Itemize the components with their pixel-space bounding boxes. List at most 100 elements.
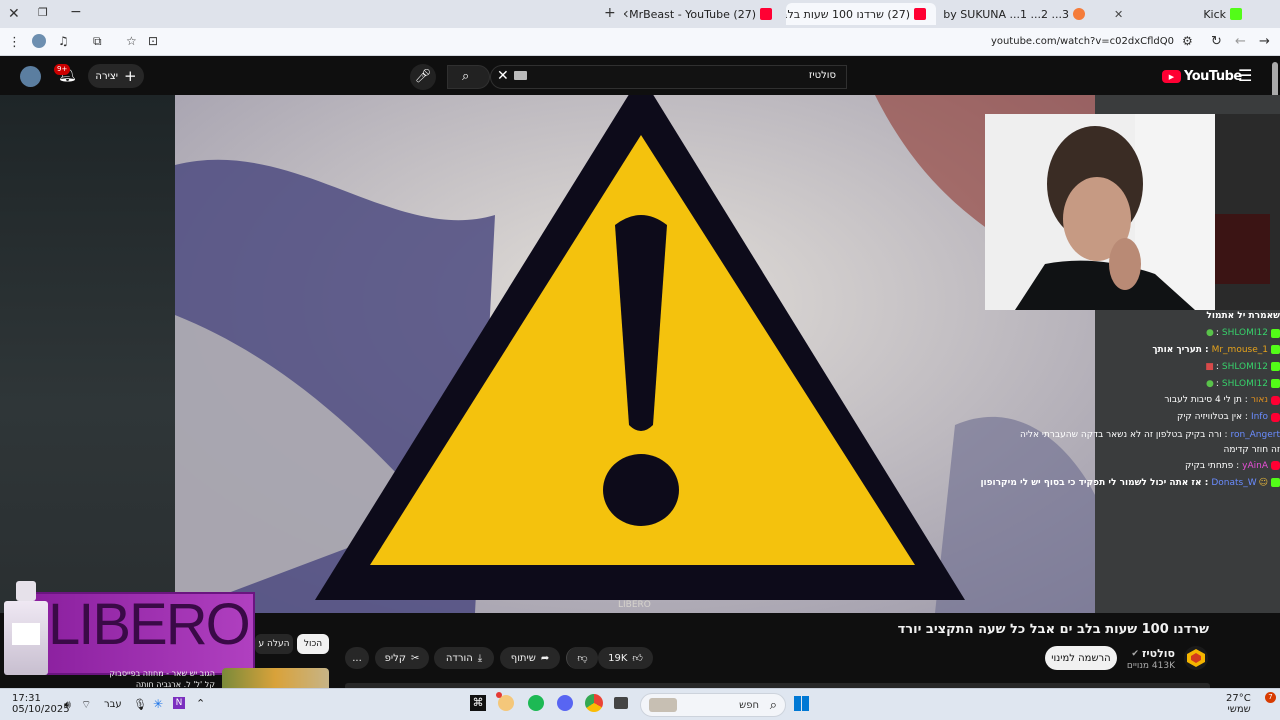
app-discord-icon[interactable] [557, 695, 573, 711]
network-icon[interactable]: ✳ [153, 697, 163, 711]
install-app-icon[interactable]: ⊡ [148, 34, 158, 48]
youtube-play-logo-icon: ▶ [1162, 70, 1181, 83]
chat-message: : [1215, 378, 1219, 389]
subscribe-button[interactable]: הרשמה למינוי [1045, 646, 1117, 670]
bookmark-star-icon[interactable]: ☆ [126, 34, 137, 48]
emote-icon: ● [1205, 378, 1214, 389]
tab-current-video[interactable]: (27) שרדנו 100 שעות בלב ים אבל כל שעה הת… [786, 3, 936, 25]
streamer-webcam [985, 114, 1280, 310]
forward-icon[interactable]: ← [1235, 34, 1246, 49]
keyboard-icon[interactable] [514, 71, 527, 80]
address-bar: ⋮ ♫ ⧉ ☆ ⊡ youtube.com/watch?v=c02dxCfldQ… [0, 28, 1280, 56]
download-icon: ⤓ [477, 652, 483, 664]
kick-badge-icon [1271, 362, 1280, 372]
related-video-title: הגוב יש שאר - מחוזה בפייסבוק [109, 669, 215, 678]
tab-title: Kick [1203, 7, 1226, 21]
channel-name-row[interactable]: סולטיז ✔ [1131, 647, 1175, 660]
taskbar-search-placeholder: חפש [739, 700, 759, 711]
create-button[interactable]: יצירה + [88, 64, 144, 88]
clip-button[interactable]: קליפ ✂ [375, 647, 429, 669]
related-video-info[interactable]: הגוב יש שאר - מחוזה בפייסבוק קל 'ל' ל. א… [60, 668, 215, 690]
restore-window-icon[interactable]: ❐ [38, 6, 48, 19]
back-icon[interactable]: → [1259, 34, 1270, 49]
url-field[interactable]: youtube.com/watch?v=c02dxCfldQ0 [991, 36, 1174, 47]
dislike-button[interactable]: 👎︎ [566, 647, 598, 669]
download-button[interactable]: הורדה ⤓ [434, 647, 494, 669]
chat-line: SHLOMI12 : ■ [1000, 358, 1280, 375]
chat-message: : [1215, 361, 1219, 372]
minimize-window-icon[interactable]: − [70, 4, 82, 20]
microphone-icon[interactable]: 🎙︎ [133, 698, 147, 711]
video-watermark: LIBERO [618, 600, 651, 610]
more-actions-button[interactable]: ... [345, 647, 369, 669]
language-indicator[interactable]: עבר [104, 699, 122, 710]
app-spotify-icon[interactable] [528, 695, 544, 711]
extensions-icon[interactable]: ⧉ [93, 34, 102, 49]
chat-message: : פתחתי בקיק [1185, 460, 1240, 471]
share-label: שיתוף [510, 652, 536, 664]
kick-badge-icon [1271, 345, 1280, 355]
app-chrome-icon[interactable] [585, 694, 603, 712]
chat-line: ron_Angert : ורה בקיק בטלפון זה לא נשאר … [1000, 426, 1280, 458]
share-button[interactable]: שיתוף ➦ [500, 647, 560, 669]
emote-icon: ● [1205, 328, 1214, 339]
reload-icon[interactable]: ↻ [1211, 34, 1222, 49]
tab-mrbeast[interactable]: (27) MrBeast - YouTube ✕ [624, 3, 782, 25]
clear-search-icon[interactable]: ✕ [497, 68, 509, 84]
tab-kick[interactable]: Kick ✕ [1100, 3, 1252, 25]
channel-name: סולטיז [1141, 647, 1175, 660]
tab-sukuna[interactable]: ATTACK!! by SUKUNA ...1 ...2 ...3 ✕ [940, 3, 1095, 25]
soundcloud-favicon-icon [1073, 8, 1085, 20]
ad-brand-text: LIBERO [48, 592, 251, 657]
channel-avatar[interactable] [1184, 646, 1208, 670]
close-tab-icon[interactable]: ✕ [1114, 8, 1123, 21]
stream-chat-overlay: שאמרת יל אתמול SHLOMI12 : ● 1_Mr_mouse :… [980, 308, 1280, 491]
weather-widget[interactable]: 27°C שמשי [1226, 693, 1251, 715]
taskbar-search-box[interactable]: חפש ⌕ [640, 693, 786, 717]
kick-badge-icon [1271, 328, 1280, 338]
chat-message: : תעריך אותך [1152, 344, 1209, 355]
app-notification-dot [496, 692, 502, 698]
onenote-icon[interactable]: N [173, 697, 185, 709]
search-highlight-image [649, 698, 677, 712]
filter-chip-uploaded[interactable]: העלה ע [255, 634, 293, 654]
media-control-icon[interactable]: ♫ [58, 34, 69, 48]
site-settings-icon[interactable]: ⚙ [1182, 34, 1193, 48]
like-button[interactable]: 19K 👍︎ [598, 647, 653, 669]
new-tab-icon[interactable]: + [604, 5, 616, 21]
perfume-bottle-icon [4, 581, 48, 675]
clock-time: 17:31 [12, 693, 41, 704]
search-button[interactable]: ⌕ [447, 65, 490, 89]
video-side-panel-left [0, 95, 175, 613]
search-box[interactable]: ✕ סולטיז [490, 65, 847, 89]
search-input[interactable]: סולטיז [809, 70, 836, 81]
related-video-thumbnail[interactable] [222, 668, 329, 688]
search-icon: ⌕ [462, 69, 470, 84]
close-window-icon[interactable]: ✕ [8, 6, 20, 22]
windows-start-icon[interactable] [794, 696, 809, 711]
voice-search-icon[interactable]: 🎤︎ [410, 64, 436, 90]
user-avatar[interactable] [20, 66, 41, 87]
menu-dots-icon[interactable]: ⋮ [8, 35, 21, 50]
chat-line: Info : אין בטלוויזיה קיק [1000, 409, 1280, 426]
tab-title: ATTACK!! by SUKUNA ...1 ...2 ...3 [940, 7, 1069, 21]
youtube-logo[interactable]: ▶ YouTube [1162, 69, 1242, 84]
close-tab-icon[interactable]: ✕ [624, 8, 629, 21]
youtube-badge-icon [1271, 461, 1280, 471]
volume-icon[interactable]: 🔊︎ [64, 698, 71, 712]
show-hidden-icons-chevron[interactable]: ⌃ [196, 697, 205, 710]
filter-chip-all[interactable]: הכול [297, 634, 329, 654]
libero-ad-overlay[interactable]: LIBERO [0, 577, 255, 675]
profile-avatar-icon[interactable] [32, 34, 46, 48]
app-capcut-icon[interactable]: ⌘ [470, 695, 486, 711]
app-terminal-icon[interactable] [614, 697, 628, 709]
wifi-icon[interactable]: ⌔ [81, 698, 91, 712]
hamburger-menu-icon[interactable]: ☰ [1238, 66, 1252, 85]
video-player[interactable]: LIBERO [175, 95, 1095, 613]
tab-title: (27) שרדנו 100 שעות בלב ים אבל כל שעה הת… [786, 7, 910, 21]
chat-username: Donats_W [1211, 477, 1257, 488]
kick-badge-icon [1271, 478, 1280, 488]
clock[interactable]: 17:31 05/10/2025 [12, 693, 70, 715]
kick-favicon-icon [1230, 8, 1242, 20]
chat-username: SHLOMI12 [1221, 328, 1268, 339]
